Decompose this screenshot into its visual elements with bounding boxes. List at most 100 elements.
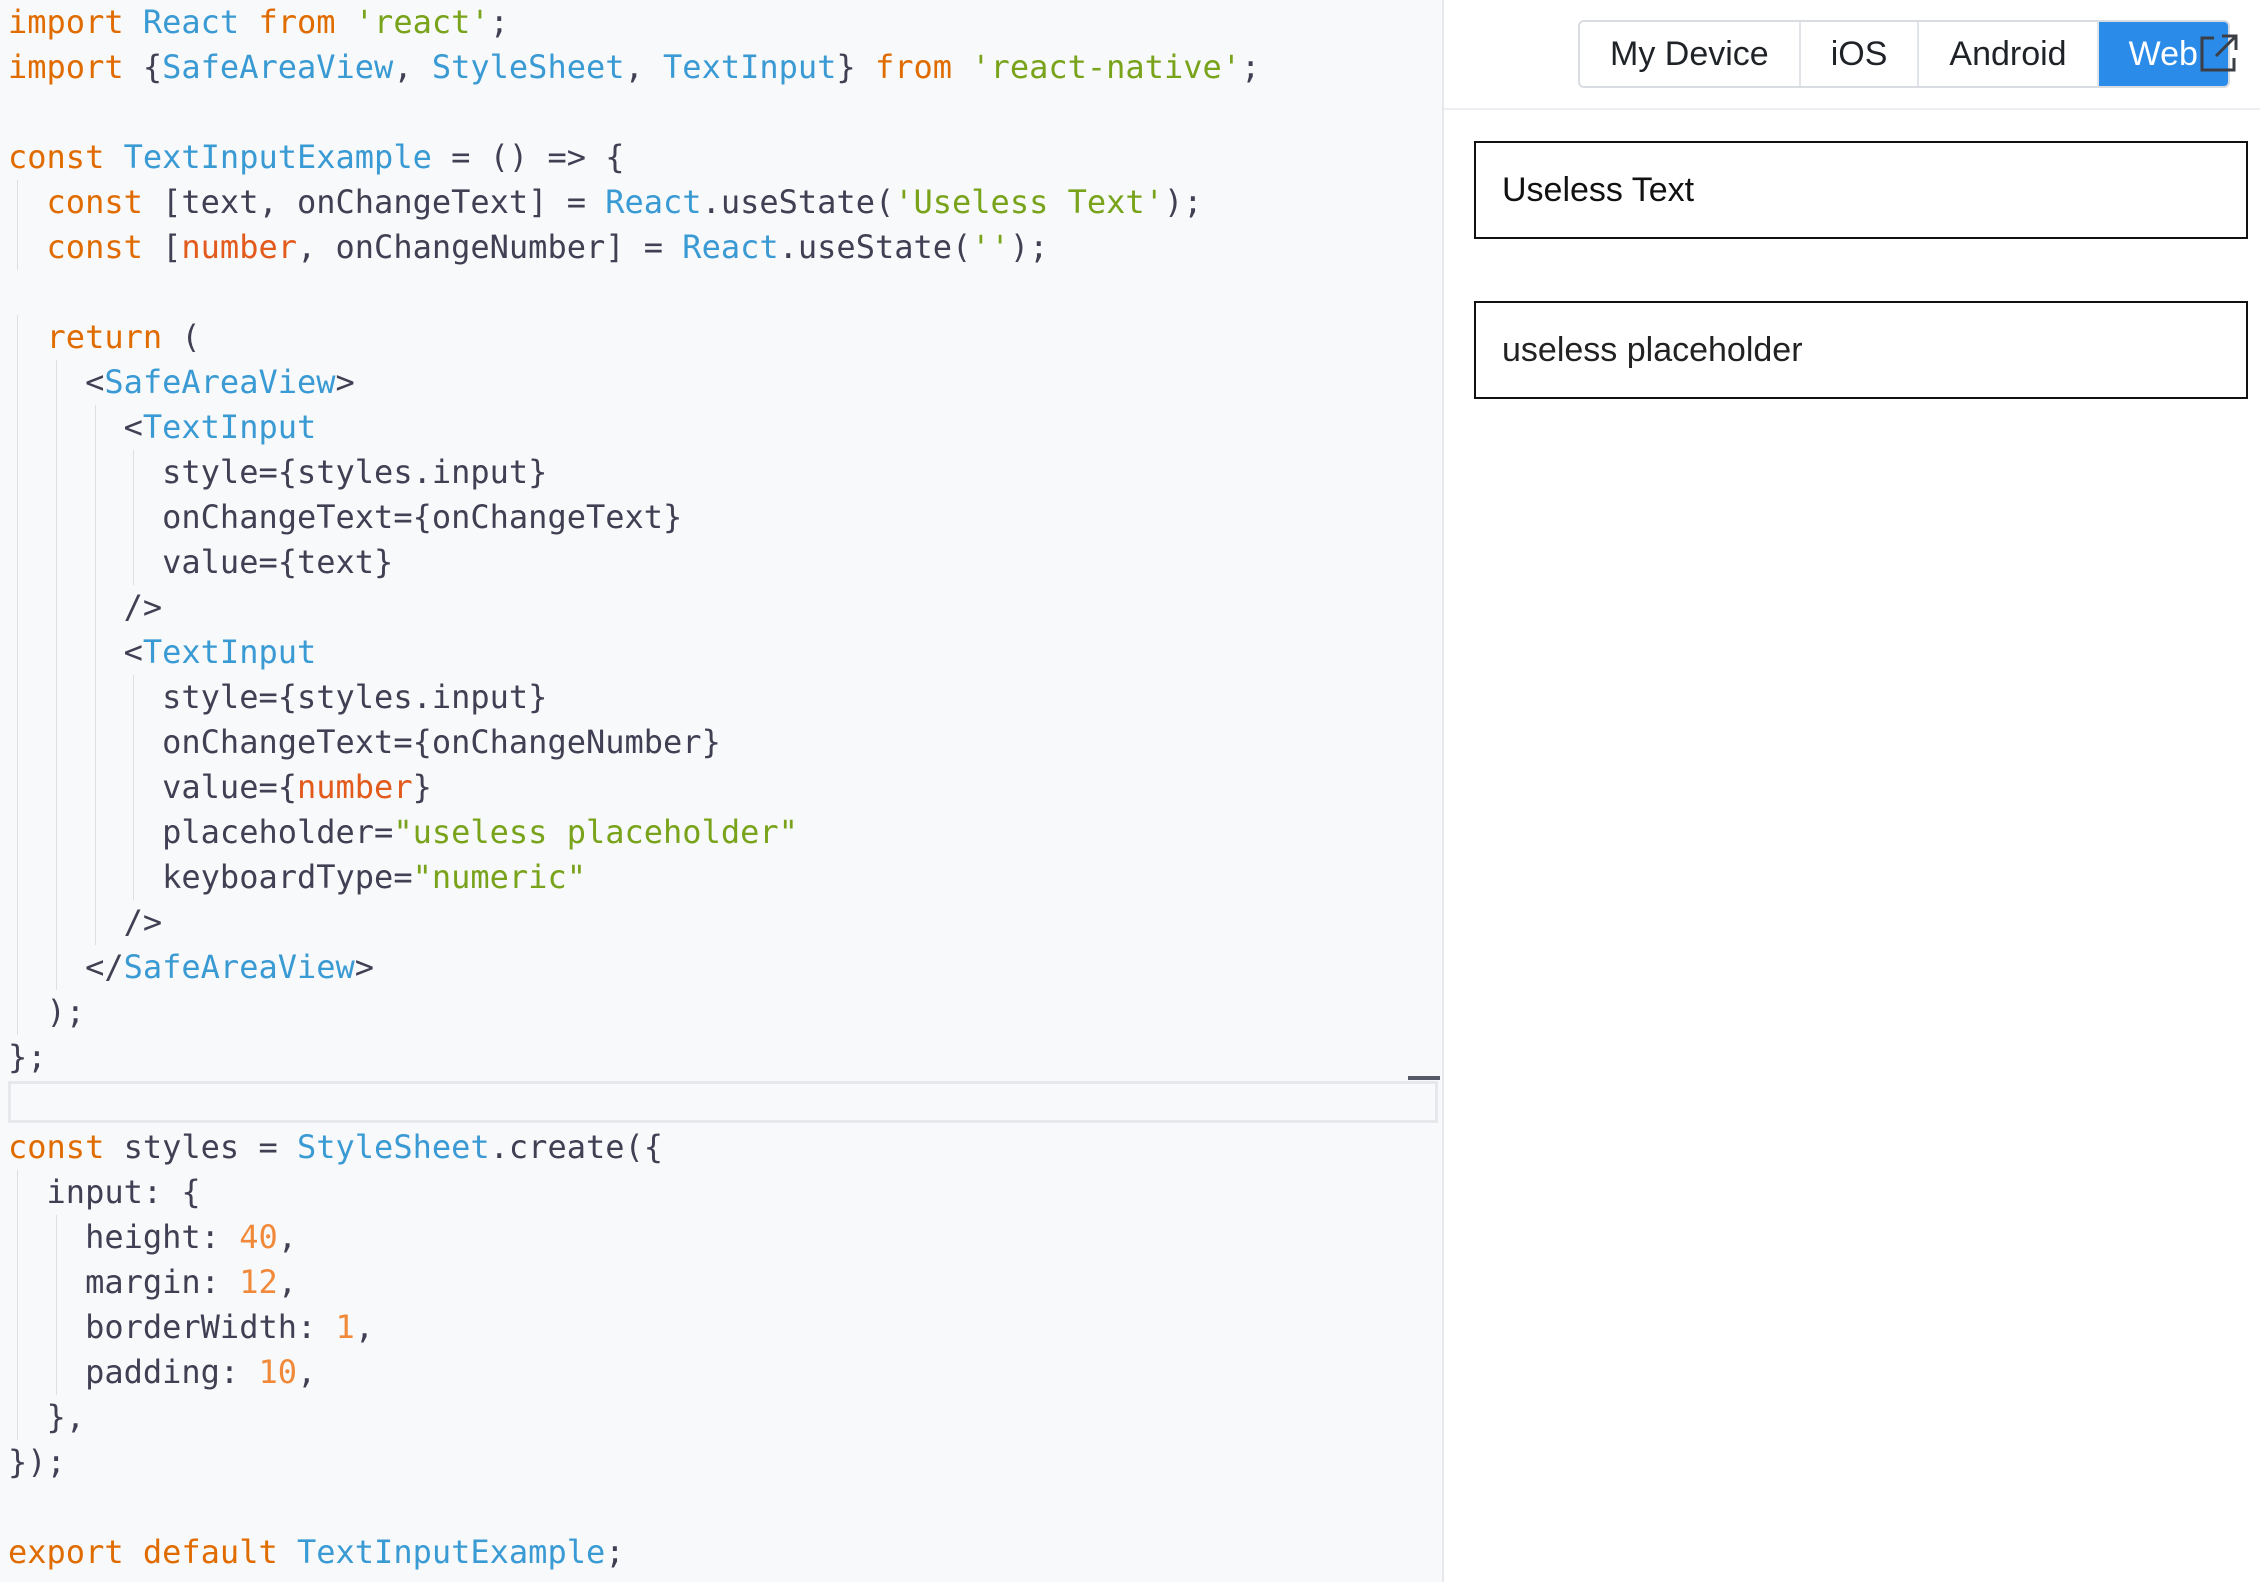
indent-guide xyxy=(17,540,19,585)
indent-guide xyxy=(55,1215,57,1260)
code-line: borderWidth: 1, xyxy=(0,1305,1440,1350)
code-token: padding: xyxy=(8,1353,259,1391)
code-token: ; xyxy=(605,1533,625,1571)
code-token: style={styles.input} xyxy=(8,453,548,491)
platform-switcher: My Device iOS Android Web xyxy=(1578,20,2230,88)
indent-guide xyxy=(17,1170,19,1215)
code-token: .useState( xyxy=(778,228,972,266)
indent-guide xyxy=(17,405,19,450)
indent-guide xyxy=(133,675,135,720)
indent-guide xyxy=(17,495,19,540)
indent-guide xyxy=(17,990,19,1035)
code-token: ; xyxy=(1241,48,1261,86)
code-token: input: { xyxy=(8,1173,201,1211)
platform-tab-ios[interactable]: iOS xyxy=(1800,22,1920,86)
code-token: from xyxy=(258,3,336,41)
code-token: < xyxy=(8,408,143,446)
code-token: value={text} xyxy=(8,543,394,581)
code-line: const [number, onChangeNumber] = React.u… xyxy=(0,225,1440,270)
indent-guide xyxy=(17,810,19,855)
indent-guide xyxy=(55,585,57,630)
external-link-icon[interactable] xyxy=(2196,32,2240,76)
code-line: placeholder="useless placeholder" xyxy=(0,810,1440,855)
code-line: /> xyxy=(0,585,1440,630)
indent-guide xyxy=(55,945,57,990)
code-token: 'Useless Text' xyxy=(894,183,1164,221)
code-line: value={number} xyxy=(0,765,1440,810)
code-line: </SafeAreaView> xyxy=(0,945,1440,990)
indent-guide xyxy=(17,765,19,810)
code-token: 10 xyxy=(258,1353,297,1391)
number-input[interactable] xyxy=(1474,301,2248,399)
code-token: placeholder= xyxy=(8,813,394,851)
platform-tab-android[interactable]: Android xyxy=(1919,22,2099,86)
code-token: margin: xyxy=(8,1263,240,1301)
code-token: /> xyxy=(8,588,163,626)
code-token: "useless placeholder" xyxy=(393,813,798,851)
indent-guide xyxy=(55,675,57,720)
indent-guide xyxy=(55,765,57,810)
indent-guide xyxy=(133,810,135,855)
code-line: height: 40, xyxy=(0,1215,1440,1260)
code-line: value={text} xyxy=(0,540,1440,585)
code-token: , xyxy=(277,1263,297,1301)
code-line: const styles = StyleSheet.create({ xyxy=(0,1125,1440,1170)
code-token: , onChangeNumber] = xyxy=(296,228,683,266)
indent-guide xyxy=(94,450,96,495)
code-line: onChangeText={onChangeText} xyxy=(0,495,1440,540)
indent-guide xyxy=(94,810,96,855)
code-token: borderWidth: xyxy=(8,1308,336,1346)
indent-guide xyxy=(17,945,19,990)
indent-guide xyxy=(17,900,19,945)
code-line: style={styles.input} xyxy=(0,450,1440,495)
code-token: ( xyxy=(162,318,201,356)
code-token: TextInputExample xyxy=(296,1533,606,1571)
code-token: StyleSheet xyxy=(296,1128,490,1166)
code-token: } xyxy=(412,768,432,806)
indent-guide xyxy=(133,540,135,585)
code-token: SafeAreaView xyxy=(104,363,336,401)
code-token: .create({ xyxy=(489,1128,664,1166)
code-token: }; xyxy=(8,1038,47,1076)
indent-guide xyxy=(17,630,19,675)
indent-guide xyxy=(55,1260,57,1305)
code-token: value={ xyxy=(8,768,297,806)
code-token: onChangeText={onChangeNumber} xyxy=(8,723,721,761)
code-token: React xyxy=(605,183,702,221)
code-token: = () => { xyxy=(431,138,625,176)
platform-tab-my-device[interactable]: My Device xyxy=(1580,22,1801,86)
indent-guide xyxy=(94,630,96,675)
text-cursor xyxy=(1408,1076,1440,1080)
code-token: '' xyxy=(971,228,1010,266)
code-token: > xyxy=(335,363,355,401)
useless-text-input[interactable] xyxy=(1474,141,2248,239)
code-token: { xyxy=(123,48,163,86)
code-token: keyboardType= xyxy=(8,858,413,896)
code-line: import React from 'react'; xyxy=(0,0,1440,45)
code-token: TextInputExample xyxy=(123,138,432,176)
code-token: } xyxy=(836,48,875,86)
code-token: const xyxy=(8,138,105,176)
code-line: export default TextInputExample; xyxy=(0,1530,1440,1575)
indent-guide xyxy=(94,765,96,810)
code-line: style={styles.input} xyxy=(0,675,1440,720)
code-line: input: { xyxy=(0,1170,1440,1215)
indent-guide xyxy=(17,1260,19,1305)
indent-guide xyxy=(55,360,57,405)
code-line: ); xyxy=(0,990,1440,1035)
code-line: import {SafeAreaView, StyleSheet, TextIn… xyxy=(0,45,1440,90)
code-line: margin: 12, xyxy=(0,1260,1440,1305)
indent-guide xyxy=(17,1395,19,1440)
code-lines: import React from 'react'; import {SafeAr… xyxy=(0,0,1440,1575)
code-token: 'react-native' xyxy=(971,48,1241,86)
code-token: const xyxy=(46,183,143,221)
code-editor[interactable]: import React from 'react'; import {SafeAr… xyxy=(0,0,1444,1582)
code-line: const [text, onChangeText] = React.useSt… xyxy=(0,180,1440,225)
indent-guide xyxy=(94,405,96,450)
